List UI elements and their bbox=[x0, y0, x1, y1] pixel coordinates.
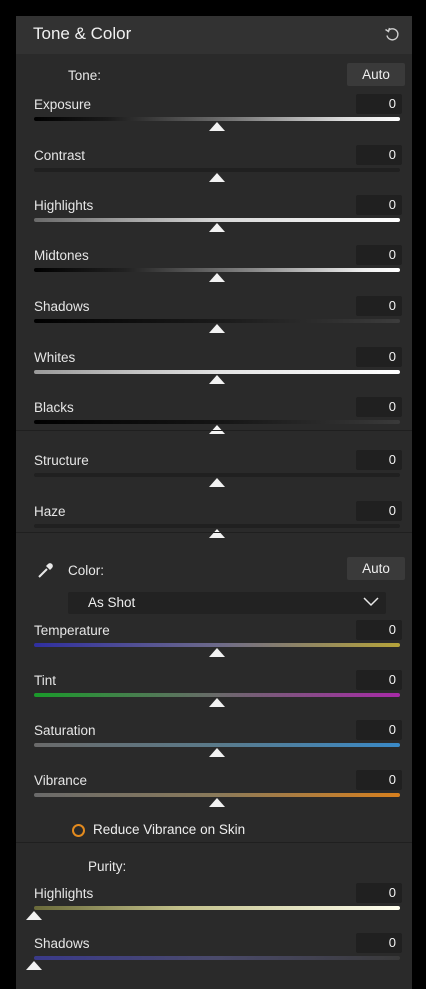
slider-thumb[interactable] bbox=[209, 478, 225, 487]
color-section-label: Color: bbox=[68, 563, 105, 578]
slider-thumb[interactable] bbox=[209, 223, 225, 232]
slider-label: Vibrance bbox=[34, 773, 88, 788]
slider-value-field[interactable]: 0 bbox=[356, 397, 402, 417]
slider-label: Saturation bbox=[34, 723, 96, 738]
slider-value-field[interactable]: 0 bbox=[356, 883, 402, 903]
eyedropper-icon[interactable] bbox=[36, 562, 54, 580]
slider-track[interactable] bbox=[34, 218, 400, 222]
slider-label: Highlights bbox=[34, 886, 94, 901]
slider-row: Saturation 0 bbox=[16, 720, 412, 773]
panel-title: Tone & Color bbox=[33, 24, 132, 43]
slider-value-field[interactable]: 0 bbox=[356, 501, 402, 521]
slider-track[interactable] bbox=[34, 956, 400, 960]
slider-thumb[interactable] bbox=[26, 961, 42, 970]
color-auto-button[interactable]: Auto bbox=[347, 557, 405, 580]
slider-track[interactable] bbox=[34, 693, 400, 697]
slider-row: Whites 0 bbox=[16, 347, 412, 400]
slider-track[interactable] bbox=[34, 117, 400, 121]
slider-thumb[interactable] bbox=[209, 273, 225, 282]
slider-track[interactable] bbox=[34, 793, 400, 797]
reduce-vibrance-label: Reduce Vibrance on Skin bbox=[93, 822, 246, 837]
slider-row: Exposure 0 bbox=[16, 94, 412, 147]
slider-label: Temperature bbox=[34, 623, 110, 638]
slider-label: Exposure bbox=[34, 97, 92, 112]
slider-value-field[interactable]: 0 bbox=[356, 347, 402, 367]
slider-label: Shadows bbox=[34, 299, 90, 314]
slider-value-field[interactable]: 0 bbox=[356, 670, 402, 690]
slider-thumb[interactable] bbox=[209, 375, 225, 384]
slider-row: Structure 0 bbox=[16, 450, 412, 503]
slider-thumb[interactable] bbox=[209, 648, 225, 657]
slider-label: Midtones bbox=[34, 248, 89, 263]
slider-value-field[interactable]: 0 bbox=[356, 770, 402, 790]
slider-value-field[interactable]: 0 bbox=[356, 620, 402, 640]
slider-label: Contrast bbox=[34, 148, 86, 163]
slider-label: Highlights bbox=[34, 198, 94, 213]
slider-label: Shadows bbox=[34, 936, 90, 951]
slider-track[interactable] bbox=[34, 319, 400, 323]
tone-color-panel: Tone & Color Tone: Auto Exposure 0 Contras… bbox=[16, 16, 412, 989]
slider-thumb[interactable] bbox=[209, 798, 225, 807]
section-divider bbox=[16, 430, 412, 431]
slider-value-field[interactable]: 0 bbox=[356, 720, 402, 740]
slider-track[interactable] bbox=[34, 906, 400, 910]
slider-label: Blacks bbox=[34, 400, 74, 415]
slider-track[interactable] bbox=[34, 743, 400, 747]
panel-header[interactable]: Tone & Color bbox=[16, 16, 412, 54]
slider-label: Haze bbox=[34, 504, 66, 519]
white-balance-dropdown[interactable]: As Shot bbox=[68, 592, 386, 614]
slider-row: Contrast 0 bbox=[16, 145, 412, 198]
slider-thumb[interactable] bbox=[26, 911, 42, 920]
slider-thumb[interactable] bbox=[209, 122, 225, 131]
slider-thumb[interactable] bbox=[209, 324, 225, 333]
slider-row: Shadows 0 bbox=[16, 933, 412, 986]
purity-section-label: Purity: bbox=[88, 859, 127, 874]
chevron-down-icon bbox=[363, 597, 379, 607]
slider-track[interactable] bbox=[34, 268, 400, 272]
slider-row: Midtones 0 bbox=[16, 245, 412, 298]
slider-value-field[interactable]: 0 bbox=[356, 933, 402, 953]
slider-row: Highlights 0 bbox=[16, 883, 412, 936]
slider-value-field[interactable]: 0 bbox=[356, 245, 402, 265]
slider-row: Temperature 0 bbox=[16, 620, 412, 673]
tone-auto-button[interactable]: Auto bbox=[347, 63, 405, 86]
section-divider bbox=[16, 532, 412, 533]
slider-track[interactable] bbox=[34, 643, 400, 647]
tone-section-label: Tone: bbox=[68, 68, 102, 83]
slider-thumb[interactable] bbox=[209, 173, 225, 182]
slider-value-field[interactable]: 0 bbox=[356, 94, 402, 114]
slider-label: Tint bbox=[34, 673, 57, 688]
reduce-vibrance-radio[interactable] bbox=[72, 824, 85, 837]
slider-row: Blacks 0 bbox=[16, 397, 412, 450]
slider-thumb[interactable] bbox=[209, 748, 225, 757]
slider-value-field[interactable]: 0 bbox=[356, 450, 402, 470]
slider-row: Highlights 0 bbox=[16, 195, 412, 248]
slider-track[interactable] bbox=[34, 473, 400, 477]
slider-track[interactable] bbox=[34, 420, 400, 424]
slider-value-field[interactable]: 0 bbox=[356, 296, 402, 316]
slider-row: Shadows 0 bbox=[16, 296, 412, 349]
slider-track[interactable] bbox=[34, 168, 400, 172]
slider-row: Vibrance 0 bbox=[16, 770, 412, 823]
slider-label: Structure bbox=[34, 453, 89, 468]
reset-icon[interactable] bbox=[384, 26, 400, 42]
slider-thumb[interactable] bbox=[209, 698, 225, 707]
slider-row: Tint 0 bbox=[16, 670, 412, 723]
slider-row: Haze 0 bbox=[16, 501, 412, 554]
white-balance-value: As Shot bbox=[88, 595, 136, 610]
slider-track[interactable] bbox=[34, 524, 400, 528]
slider-thumb[interactable] bbox=[209, 529, 225, 538]
section-divider bbox=[16, 842, 412, 843]
slider-value-field[interactable]: 0 bbox=[356, 145, 402, 165]
slider-label: Whites bbox=[34, 350, 76, 365]
slider-value-field[interactable]: 0 bbox=[356, 195, 402, 215]
slider-track[interactable] bbox=[34, 370, 400, 374]
